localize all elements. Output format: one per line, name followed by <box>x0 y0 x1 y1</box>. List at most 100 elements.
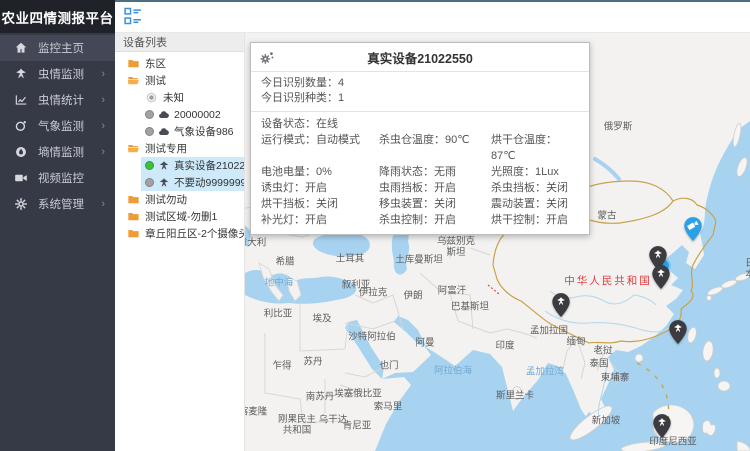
tree-folder[interactable]: 章丘阳丘区-2个摄像头 <box>115 225 244 242</box>
popup-detail-cell: 烘干挡板：关闭 <box>261 196 379 212</box>
sidebar-item-label: 虫情统计 <box>38 92 101 108</box>
popup-detail-cell: 移虫装置：关闭 <box>379 196 491 212</box>
popup-detail-cell: 烘干仓温度：87℃ <box>491 132 579 164</box>
folder-icon <box>127 210 140 223</box>
sidebar-item[interactable]: 气象监测 › <box>0 113 115 139</box>
device-panel-header: 设备列表 <box>115 33 244 52</box>
unknown-device-icon <box>145 91 158 104</box>
popup-detail-row: 电池电量：0%降雨状态：无雨光照度：1Lux <box>261 164 579 180</box>
status-dot <box>145 110 154 119</box>
insect-device-marker[interactable] <box>550 292 572 318</box>
popup-device-title: 真实设备21022550 <box>276 48 564 67</box>
insect-device-marker[interactable] <box>651 413 673 439</box>
sidebar-item-label: 视频监控 <box>38 170 105 186</box>
chart-icon <box>14 93 28 107</box>
app-window: 农业四情测报平台 监控主页 虫情监测 › 虫情统计 › 气象监测 › 墒情监测 <box>0 0 750 451</box>
popup-detail-cell: 运行模式：自动模式 <box>261 132 379 164</box>
sidebar-item[interactable]: 系统管理 › <box>0 191 115 217</box>
tree-folder[interactable]: 测试 <box>115 72 244 89</box>
sidebar-item-label: 虫情监测 <box>38 66 101 82</box>
insect-device-marker[interactable] <box>667 319 689 345</box>
weather-icon <box>14 119 28 133</box>
tree-folder-label: 东区 <box>145 56 166 71</box>
tree-folder-label: 测试勿动 <box>145 192 187 207</box>
popup-detail-cell: 虫雨挡板：开启 <box>379 180 491 196</box>
tree-device-label: 20000002 <box>174 109 221 121</box>
popup-detail-cell: 杀虫控制：开启 <box>379 212 491 228</box>
soil-icon <box>14 145 28 159</box>
folder-icon <box>127 74 140 87</box>
sidebar-item-label: 监控主页 <box>38 40 105 56</box>
popup-detail-row: 诱虫灯：开启虫雨挡板：开启杀虫挡板：关闭 <box>261 180 579 196</box>
tree-device-label: 未知 <box>163 90 184 105</box>
sidebar-item-label: 系统管理 <box>38 196 101 212</box>
popup-detail-row: 设备状态：在线 <box>261 116 579 132</box>
insect-icon <box>14 67 28 81</box>
tree-folder[interactable]: 测试勿动 <box>115 191 244 208</box>
sidebar: 农业四情测报平台 监控主页 虫情监测 › 虫情统计 › 气象监测 › 墒情监测 <box>0 0 115 451</box>
popup-detail-row: 运行模式：自动模式杀虫仓温度：90℃烘干仓温度：87℃ <box>261 132 579 164</box>
popup-detail-cell: 降雨状态：无雨 <box>379 164 491 180</box>
popup-detail-cell: 设备状态：在线 <box>261 116 379 132</box>
sidebar-item[interactable]: 监控主页 <box>0 35 115 61</box>
home-icon <box>14 41 28 55</box>
folder-icon <box>127 57 140 70</box>
sidebar-item-label: 气象监测 <box>38 118 101 134</box>
popup-detail-row: 补光灯：开启杀虫控制：开启烘干控制：开启 <box>261 212 579 228</box>
map-canvas[interactable]: 俄罗斯蒙古中华人民共和国哈萨克斯坦乌兹别克 斯坦土库曼斯坦阿富汗巴基斯坦伊朗伊拉… <box>245 33 750 451</box>
topbar <box>115 0 750 33</box>
popup-detail-cell: 补光灯：开启 <box>261 212 379 228</box>
popup-detail-cell: 杀虫仓温度：90℃ <box>379 132 491 164</box>
tree-folder[interactable]: 测试区域-勿删1 <box>115 208 244 225</box>
tree-folder[interactable]: 东区 <box>115 55 244 72</box>
device-info-popup: 真实设备21022550 今日识别数量：4今日识别种类：1 设备状态：在线运行模… <box>250 42 590 235</box>
device-tree: 东区测试未知 20000002 气象设备986 测试专用真实设备21022550不要动… <box>115 52 244 242</box>
chevron-right-icon: › <box>101 146 105 158</box>
sidebar-menu: 监控主页 虫情监测 › 虫情统计 › 气象监测 › 墒情监测 › <box>0 33 115 217</box>
sidebar-item[interactable]: 虫情统计 › <box>0 87 115 113</box>
chevron-right-icon: › <box>101 198 105 210</box>
tree-folder-label: 测试专用 <box>145 141 187 156</box>
tree-device[interactable]: 真实设备21022550 <box>141 157 244 174</box>
status-dot <box>145 161 154 170</box>
chevron-right-icon: › <box>101 94 105 106</box>
device-list-toggle-icon[interactable] <box>123 6 143 26</box>
app-title: 农业四情测报平台 <box>0 0 115 33</box>
tree-device[interactable]: 不要动99999999 <box>141 174 244 191</box>
chevron-right-icon: › <box>101 120 105 132</box>
popup-detail-cell: 烘干控制：开启 <box>491 212 579 228</box>
popup-detail-cell: 诱虫灯：开启 <box>261 180 379 196</box>
popup-detail-cell: 电池电量：0% <box>261 164 379 180</box>
tree-folder-label: 章丘阳丘区-2个摄像头 <box>145 226 245 241</box>
popup-status-grid: 设备状态：在线运行模式：自动模式杀虫仓温度：90℃烘干仓温度：87℃电池电量：0… <box>251 112 589 234</box>
popup-stat-row: 今日识别数量：4 <box>261 76 579 91</box>
tree-device[interactable]: 气象设备986 <box>141 123 244 140</box>
gear-icon <box>14 197 28 211</box>
sidebar-item[interactable]: 视频监控 <box>0 165 115 191</box>
tree-device[interactable]: 未知 <box>141 89 244 106</box>
popup-detail-cell: 震动装置：关闭 <box>491 196 579 212</box>
sidebar-item-label: 墒情监测 <box>38 144 101 160</box>
tree-device[interactable]: 20000002 <box>141 106 244 123</box>
tree-folder[interactable]: 测试专用 <box>115 140 244 157</box>
insect-device-marker[interactable] <box>650 264 672 290</box>
weather-station-icon <box>158 126 170 138</box>
device-panel: 设备列表 东区测试未知 20000002 气象设备986 测试专用真实设备210225… <box>115 33 245 451</box>
tree-device-label: 气象设备986 <box>174 124 234 139</box>
status-dot <box>145 178 154 187</box>
folder-icon <box>127 193 140 206</box>
sidebar-item[interactable]: 墒情监测 › <box>0 139 115 165</box>
camera-device-marker[interactable] <box>682 216 704 242</box>
folder-icon <box>127 142 140 155</box>
top-accent-line <box>115 0 750 2</box>
tree-device-label: 不要动99999999 <box>174 175 245 190</box>
chevron-right-icon: › <box>101 68 105 80</box>
popup-today-stats: 今日识别数量：4今日识别种类：1 <box>251 72 589 112</box>
tree-folder-label: 测试区域-勿删1 <box>145 209 217 224</box>
popup-header: 真实设备21022550 <box>251 43 589 72</box>
sidebar-item[interactable]: 虫情监测 › <box>0 61 115 87</box>
popup-detail-cell: 光照度：1Lux <box>491 164 579 180</box>
insect-trap-icon <box>158 177 170 189</box>
settings-gear-icon[interactable] <box>259 49 276 66</box>
status-dot <box>145 127 154 136</box>
